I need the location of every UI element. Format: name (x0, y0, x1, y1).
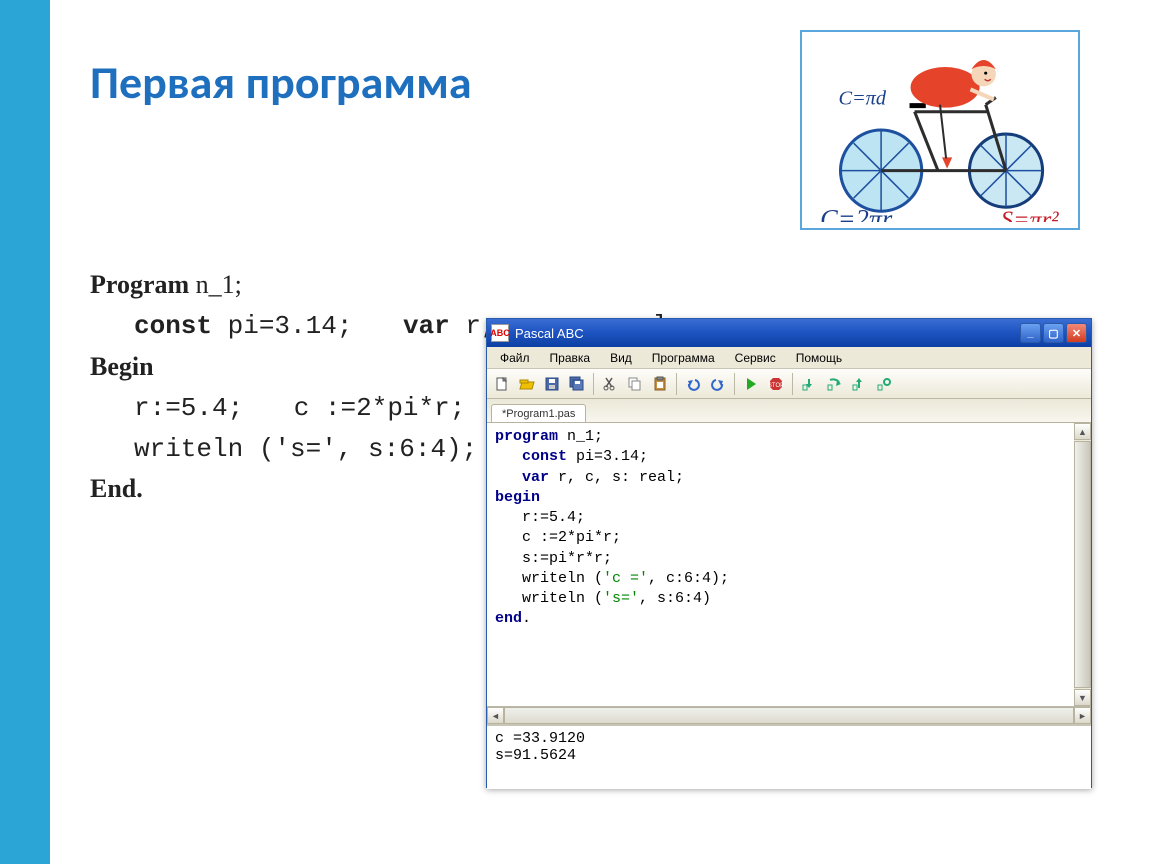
run-icon[interactable] (739, 372, 763, 396)
scroll-right-icon[interactable]: ► (1074, 707, 1091, 724)
save-icon[interactable] (540, 372, 564, 396)
new-file-icon[interactable] (490, 372, 514, 396)
open-file-icon[interactable] (515, 372, 539, 396)
menu-service[interactable]: Сервис (726, 349, 785, 367)
toolbar: STOP (487, 369, 1091, 399)
run-to-cursor-icon[interactable] (872, 372, 896, 396)
scroll-up-icon[interactable]: ▲ (1074, 423, 1091, 440)
formula-top: C=πd (838, 88, 886, 110)
stop-icon[interactable]: STOP (764, 372, 788, 396)
code-editor[interactable]: program n_1; const pi=3.14; var r, c, s:… (487, 423, 1074, 706)
step-over-icon[interactable] (822, 372, 846, 396)
copy-icon[interactable] (623, 372, 647, 396)
menu-edit[interactable]: Правка (541, 349, 600, 367)
tab-program1[interactable]: *Program1.pas (491, 404, 586, 422)
redo-icon[interactable] (706, 372, 730, 396)
output-panel[interactable]: c =33.9120 s=91.5624 (487, 724, 1091, 789)
undo-icon[interactable] (681, 372, 705, 396)
menu-program[interactable]: Программа (643, 349, 724, 367)
menubar: Файл Правка Вид Программа Сервис Помощь (487, 347, 1091, 369)
menu-file[interactable]: Файл (491, 349, 539, 367)
formula-left: C=2πr (820, 203, 893, 222)
paste-icon[interactable] (648, 372, 672, 396)
menu-view[interactable]: Вид (601, 349, 641, 367)
slide-title: Первая программа (90, 55, 472, 111)
maximize-button[interactable]: ▢ (1043, 323, 1064, 343)
save-all-icon[interactable] (565, 372, 589, 396)
close-button[interactable]: ✕ (1066, 323, 1087, 343)
window-title: Pascal ABC (515, 326, 1020, 341)
window-titlebar[interactable]: ABC Pascal ABC _ ▢ ✕ (487, 319, 1091, 347)
minimize-button[interactable]: _ (1020, 323, 1041, 343)
horizontal-scrollbar[interactable]: ◄ ► (487, 707, 1091, 724)
app-icon: ABC (491, 324, 509, 342)
menu-help[interactable]: Помощь (787, 349, 851, 367)
pascal-abc-window: ABC Pascal ABC _ ▢ ✕ Файл Правка Вид Про… (486, 318, 1092, 788)
h-scroll-track[interactable] (504, 707, 1074, 724)
step-into-icon[interactable] (797, 372, 821, 396)
step-out-icon[interactable] (847, 372, 871, 396)
code-kw: Program (90, 270, 189, 299)
formula-right: S=πr² (1001, 206, 1059, 222)
tab-strip: *Program1.pas (487, 399, 1091, 423)
svg-text:STOP: STOP (768, 383, 784, 389)
scrollbar-thumb[interactable] (1074, 441, 1091, 688)
cut-icon[interactable] (598, 372, 622, 396)
scroll-left-icon[interactable]: ◄ (487, 707, 504, 724)
cyclist-illustration: C=πd C=2πr S=πr² (800, 30, 1080, 230)
slide-accent-stripe (0, 0, 50, 864)
vertical-scrollbar[interactable]: ▲ ▼ (1074, 423, 1091, 706)
scroll-down-icon[interactable]: ▼ (1074, 689, 1091, 706)
